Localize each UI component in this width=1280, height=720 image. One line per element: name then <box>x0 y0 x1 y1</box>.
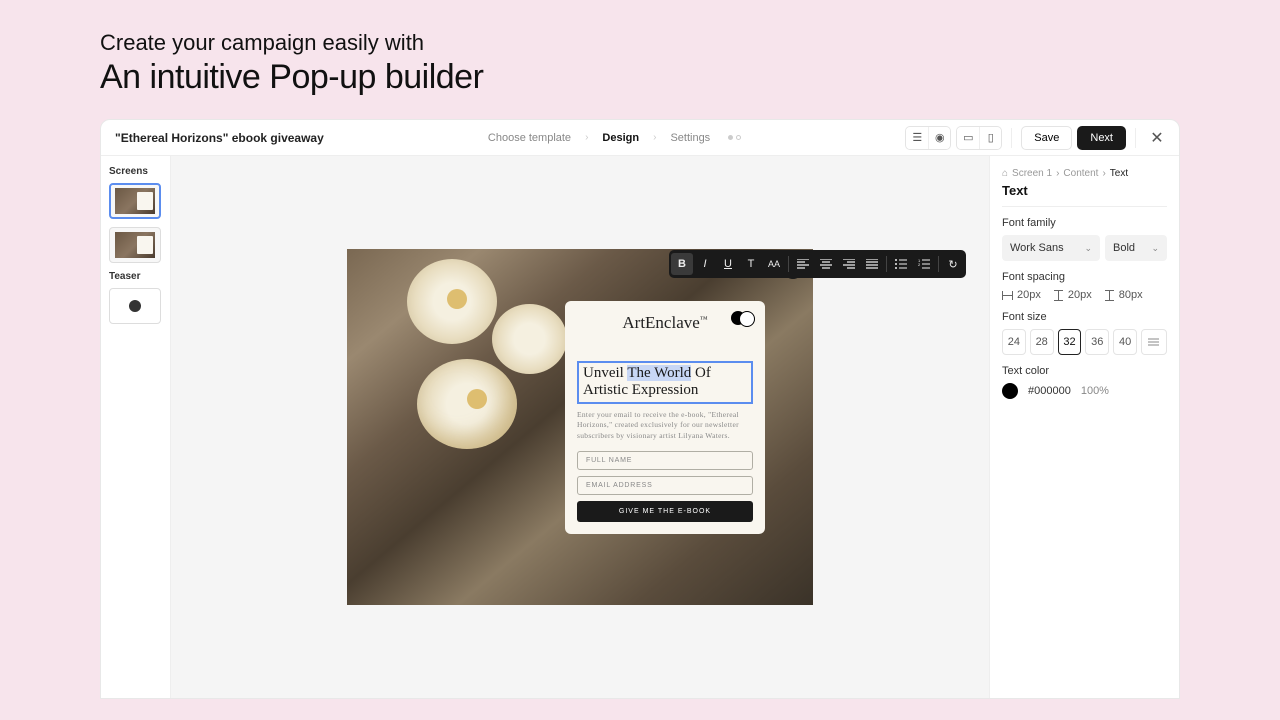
hero-title: An intuitive Pop-up builder <box>100 58 1180 97</box>
bullet-list-icon[interactable] <box>890 253 912 275</box>
svg-text:2: 2 <box>918 262 921 267</box>
align-justify-icon[interactable] <box>861 253 883 275</box>
wizard-steps: Choose template › Design › Settings <box>488 132 741 144</box>
desktop-icon[interactable]: ▭ <box>957 127 979 149</box>
number-list-icon[interactable]: 12 <box>913 253 935 275</box>
bold-icon[interactable]: B <box>671 253 693 275</box>
save-button[interactable]: Save <box>1021 126 1072 150</box>
font-spacing-label: Font spacing <box>1002 271 1167 283</box>
full-name-field[interactable]: FULL NAME <box>577 451 753 470</box>
screens-sidebar: Screens Teaser <box>101 156 171 698</box>
text-color-label: Text color <box>1002 365 1167 377</box>
popup-card: ArtEnclave™ Unveil The World Of Artistic… <box>565 301 765 534</box>
letter-spacing-option[interactable]: 20px <box>1002 289 1041 301</box>
size-28[interactable]: 28 <box>1030 329 1054 355</box>
text-style-icon[interactable]: T <box>740 253 762 275</box>
preview-icon[interactable]: ◉ <box>928 127 950 149</box>
screen-thumb-1[interactable] <box>109 183 161 219</box>
screen-thumb-2[interactable] <box>109 227 161 263</box>
color-hex[interactable]: #000000 <box>1028 385 1071 397</box>
next-button[interactable]: Next <box>1077 126 1126 150</box>
canvas: ✕ ArtEnclave™ Unveil The World Of Artist… <box>171 156 989 698</box>
size-32[interactable]: 32 <box>1058 329 1082 355</box>
size-40[interactable]: 40 <box>1113 329 1137 355</box>
font-family-select[interactable]: Work Sans⌄ <box>1002 235 1100 261</box>
home-icon[interactable]: ⌂ <box>1002 168 1008 179</box>
brand-logo-icon <box>731 311 755 323</box>
brand-name: ArtEnclave™ <box>577 313 753 333</box>
panel-title: Text <box>1002 183 1167 207</box>
line-height-option[interactable]: 20px <box>1053 289 1092 301</box>
font-size-label: Font size <box>1002 311 1167 323</box>
step-choose-template[interactable]: Choose template <box>488 132 571 144</box>
paragraph-spacing-option[interactable]: 80px <box>1104 289 1143 301</box>
popup-description[interactable]: Enter your email to receive the e-book, … <box>577 410 753 442</box>
cta-button[interactable]: GIVE ME THE E-BOOK <box>577 501 753 522</box>
screens-label: Screens <box>109 166 162 177</box>
mobile-icon[interactable]: ▯ <box>979 127 1001 149</box>
italic-icon[interactable]: I <box>694 253 716 275</box>
chevron-down-icon: ⌄ <box>1151 243 1159 254</box>
popup-preview: ✕ ArtEnclave™ Unveil The World Of Artist… <box>347 249 813 605</box>
close-icon[interactable]: ✕ <box>1145 126 1169 150</box>
color-swatch[interactable] <box>1002 383 1018 399</box>
align-left-icon[interactable] <box>792 253 814 275</box>
topbar: "Ethereal Horizons" ebook giveaway Choos… <box>101 120 1179 156</box>
step-design[interactable]: Design <box>602 132 639 144</box>
properties-panel: ⌂ Screen 1› Content› Text Text Font fami… <box>989 156 1179 698</box>
align-center-icon[interactable] <box>815 253 837 275</box>
app-window: "Ethereal Horizons" ebook giveaway Choos… <box>100 119 1180 699</box>
size-more-icon[interactable] <box>1141 329 1167 355</box>
color-alpha[interactable]: 100% <box>1081 385 1109 397</box>
font-family-label: Font family <box>1002 217 1167 229</box>
teaser-thumb[interactable] <box>109 288 161 324</box>
chevron-right-icon: › <box>653 132 656 143</box>
email-field[interactable]: EMAIL ADDRESS <box>577 476 753 495</box>
hero-subtitle: Create your campaign easily with <box>100 30 1180 56</box>
campaign-name: "Ethereal Horizons" ebook giveaway <box>111 131 324 145</box>
text-case-icon[interactable]: AA <box>763 253 785 275</box>
text-toolbar: B I U T AA <box>669 250 966 278</box>
size-24[interactable]: 24 <box>1002 329 1026 355</box>
teaser-dot-icon <box>129 300 141 312</box>
chevron-right-icon: › <box>585 132 588 143</box>
chevron-down-icon: ⌄ <box>1084 243 1092 254</box>
list-icon[interactable]: ☰ <box>906 127 928 149</box>
breadcrumb: ⌂ Screen 1› Content› Text <box>1002 168 1167 179</box>
underline-icon[interactable]: U <box>717 253 739 275</box>
font-weight-select[interactable]: Bold⌄ <box>1105 235 1167 261</box>
teaser-label: Teaser <box>109 271 162 282</box>
step-settings[interactable]: Settings <box>670 132 710 144</box>
align-right-icon[interactable] <box>838 253 860 275</box>
step-status-dots <box>728 135 741 140</box>
redo-icon[interactable]: ↻ <box>942 253 964 275</box>
heading-editor[interactable]: Unveil The World Of Artistic Expression <box>577 361 753 404</box>
size-36[interactable]: 36 <box>1085 329 1109 355</box>
